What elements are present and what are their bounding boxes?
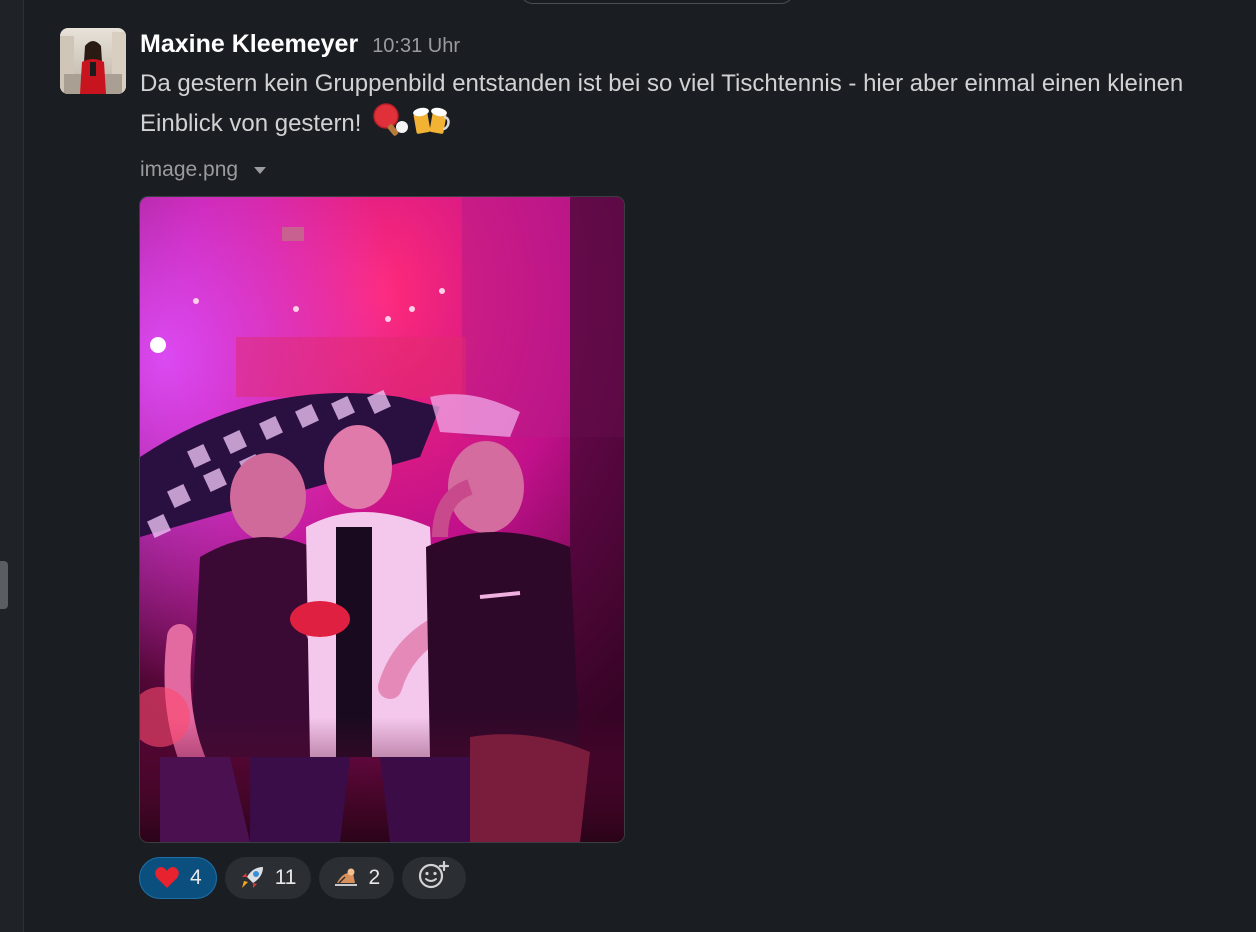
sliding-emoji	[333, 865, 359, 891]
beer-mugs-emoji	[412, 103, 450, 149]
chevron-down-icon[interactable]	[254, 166, 267, 174]
ping-pong-emoji	[370, 103, 410, 149]
resize-handle[interactable]	[0, 561, 8, 609]
heart-emoji	[154, 865, 180, 891]
reaction-count: 2	[368, 866, 381, 889]
reactions-bar: 4 11 2	[139, 857, 467, 899]
rocket-emoji	[239, 865, 265, 891]
message-text: Da gestern kein Gruppenbild entstanden i…	[140, 64, 1220, 149]
reaction-count: 11	[274, 866, 297, 889]
message-body: Da gestern kein Gruppenbild entstanden i…	[140, 70, 1184, 137]
message-content: Maxine Kleemeyer 10:31 Uhr Da gestern ke…	[140, 28, 1230, 185]
message-header: Maxine Kleemeyer 10:31 Uhr	[140, 28, 1230, 60]
date-divider-pill[interactable]	[520, 0, 794, 4]
attachment-image[interactable]	[139, 196, 625, 843]
reaction-count: 4	[190, 866, 202, 889]
attachment-header[interactable]: image.png	[140, 155, 1230, 185]
reaction-slide[interactable]: 2	[318, 857, 395, 899]
reaction-heart[interactable]: 4	[139, 857, 217, 899]
add-reaction-icon	[418, 860, 450, 896]
author-name[interactable]: Maxine Kleemeyer	[140, 28, 358, 60]
avatar[interactable]	[60, 28, 126, 94]
add-reaction-button[interactable]	[402, 857, 467, 899]
attachment-filename[interactable]: image.png	[140, 158, 238, 182]
timestamp[interactable]: 10:31 Uhr	[372, 35, 460, 58]
reaction-rocket[interactable]: 11	[224, 857, 311, 899]
left-rail	[0, 0, 24, 932]
